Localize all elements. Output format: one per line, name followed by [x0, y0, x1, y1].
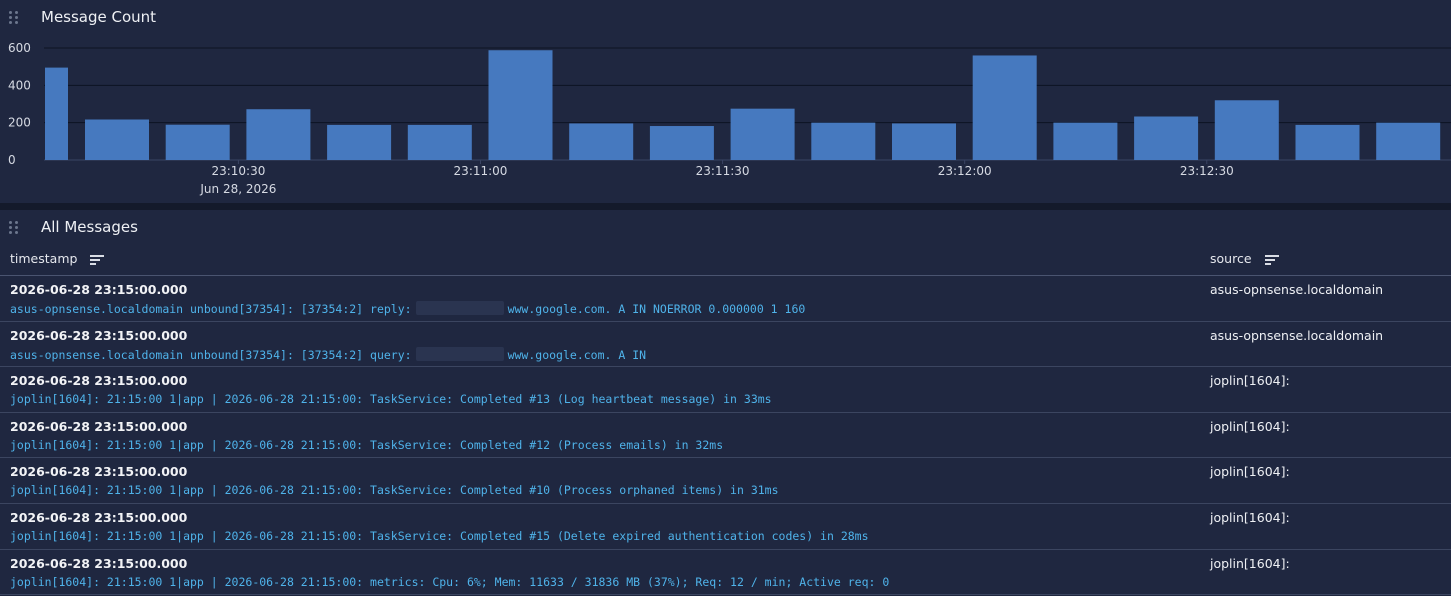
table-row[interactable]: 2026-06-28 23:15:00.000 joplin[1604]: 21:… [0, 550, 1451, 596]
bar[interactable] [85, 119, 149, 160]
x-tick-label: 23:12:00 [938, 164, 992, 178]
row-message: joplin[1604]: 21:15:00 1|app | 2026-06-2… [10, 392, 772, 407]
table-row[interactable]: 2026-06-28 23:15:00.000 asus-opnsense.loc… [0, 322, 1451, 368]
row-source: joplin[1604]: [1210, 418, 1290, 434]
table-row[interactable]: 2026-06-28 23:15:00.000 joplin[1604]: 21:… [0, 367, 1451, 413]
row-message: asus-opnsense.localdomain unbound[37354]… [10, 301, 805, 316]
row-message-prefix: asus-opnsense.localdomain unbound[37354]… [10, 347, 412, 362]
bar[interactable] [246, 109, 311, 160]
sort-source-icon[interactable] [1265, 255, 1279, 266]
row-source: joplin[1604]: [1210, 464, 1290, 480]
row-source: joplin[1604]: [1210, 555, 1290, 571]
bar[interactable] [1295, 124, 1360, 160]
table-row[interactable]: 2026-06-28 23:15:00.000 joplin[1604]: 21:… [0, 413, 1451, 459]
bar[interactable] [45, 67, 68, 160]
y-tick-label: 400 [8, 78, 31, 92]
bar[interactable] [327, 124, 392, 160]
row-message: asus-opnsense.localdomain unbound[37354]… [10, 346, 647, 362]
bar[interactable] [407, 124, 472, 160]
bar[interactable] [165, 124, 230, 160]
row-timestamp: 2026-06-28 23:15:00.000 [10, 282, 188, 297]
row-source: joplin[1604]: [1210, 373, 1290, 389]
y-tick-label: 200 [8, 116, 31, 130]
bar[interactable] [1134, 116, 1199, 160]
x-date-label: Jun 28, 2026 [199, 182, 276, 196]
redacted-ip [415, 346, 504, 361]
bar[interactable] [811, 122, 876, 160]
x-tick-label: 23:10:30 [211, 164, 265, 178]
bar[interactable] [892, 123, 956, 160]
row-timestamp: 2026-06-28 23:15:00.000 [10, 464, 188, 480]
row-message-prefix: asus-opnsense.localdomain unbound[37354]… [10, 302, 412, 316]
panel-header: All Messages [0, 210, 1451, 246]
row-source: asus-opnsense.localdomain [1210, 327, 1384, 343]
row-source: joplin[1604]: [1210, 510, 1290, 525]
panel-title: All Messages [41, 218, 138, 236]
drag-handle-icon[interactable] [9, 221, 19, 235]
x-tick-label: 23:11:30 [696, 164, 750, 178]
bar[interactable] [1214, 100, 1279, 160]
redacted-ip [415, 301, 504, 315]
message-count-panel: Message Count 0 200 400 600 23:10:30 23:11:00… [0, 0, 1451, 203]
column-header-timestamp[interactable]: timestamp [10, 251, 77, 266]
bar[interactable] [569, 123, 634, 160]
bar[interactable] [488, 50, 553, 160]
column-header-source[interactable]: source [1210, 251, 1252, 266]
table-row[interactable]: 2026-06-28 23:15:00.000 joplin[1604]: 21:… [0, 458, 1451, 504]
bar[interactable] [649, 126, 714, 160]
row-message: joplin[1604]: 21:15:00 1|app | 2026-06-2… [10, 437, 724, 452]
row-timestamp: 2026-06-28 23:15:00.000 [10, 418, 188, 434]
x-tick-label: 23:11:00 [454, 164, 508, 178]
row-timestamp: 2026-06-28 23:15:00.000 [10, 510, 188, 525]
row-message-suffix: www.google.com. A IN [507, 347, 647, 362]
row-message: joplin[1604]: 21:15:00 1|app | 2026-06-2… [10, 574, 890, 589]
sort-timestamp-icon[interactable] [90, 255, 104, 266]
table-row[interactable]: 2026-06-28 23:15:00.000 joplin[1604]: 21:… [0, 504, 1451, 550]
bar[interactable] [1376, 122, 1441, 160]
row-timestamp: 2026-06-28 23:15:00.000 [10, 327, 188, 343]
x-tick-label: 23:12:30 [1180, 164, 1234, 178]
row-message: joplin[1604]: 21:15:00 1|app | 2026-06-2… [10, 529, 869, 543]
panel-divider[interactable] [0, 203, 1451, 210]
bar[interactable] [730, 108, 795, 160]
row-timestamp: 2026-06-28 23:15:00.000 [10, 373, 188, 389]
row-message-suffix: www.google.com. A IN NOERROR 0.000000 1 … [507, 302, 806, 316]
row-timestamp: 2026-06-28 23:15:00.000 [10, 555, 188, 571]
y-tick-label: 600 [8, 41, 31, 55]
all-messages-panel: All Messages timestamp source 2026-06-28… [0, 210, 1451, 596]
row-message: joplin[1604]: 21:15:00 1|app | 2026-06-2… [10, 483, 779, 498]
row-source: asus-opnsense.localdomain [1210, 282, 1384, 297]
bar[interactable] [1053, 122, 1118, 160]
table-row[interactable]: 2026-06-28 23:15:00.000 asus-opnsense.loc… [0, 276, 1451, 322]
y-tick-label: 0 [8, 153, 16, 167]
message-count-chart: 0 200 400 600 23:10:30 23:11:00 23:11:30 23:12:… [8, 41, 1451, 196]
bar[interactable] [972, 55, 1037, 160]
